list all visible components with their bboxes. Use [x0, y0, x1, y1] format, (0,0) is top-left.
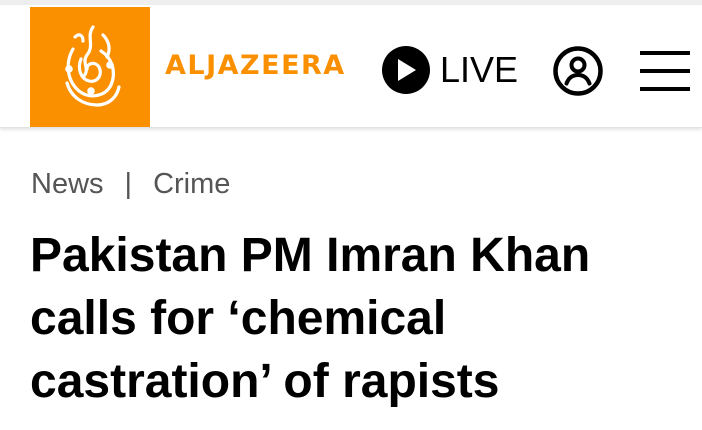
- page: ALJAZEERA LIVE News | Crime Pakistan PM …: [0, 0, 702, 430]
- calligraphy-logo-icon: [65, 25, 121, 107]
- aljazeera-logo-icon[interactable]: [30, 7, 150, 127]
- user-account-icon[interactable]: [552, 45, 604, 97]
- breadcrumb-link-crime[interactable]: Crime: [153, 166, 230, 202]
- brand-wordmark[interactable]: ALJAZEERA: [165, 46, 346, 86]
- article-headline: Pakistan PM Imran Khan calls for ‘chemic…: [30, 229, 591, 408]
- live-button[interactable]: LIVE: [382, 45, 518, 95]
- play-icon: [382, 46, 430, 94]
- hamburger-menu-icon[interactable]: [640, 49, 692, 93]
- breadcrumb-separator: |: [124, 168, 133, 200]
- breadcrumb: News | Crime: [31, 166, 230, 202]
- site-header: ALJAZEERA LIVE: [0, 5, 702, 128]
- live-label: LIVE: [440, 49, 519, 90]
- breadcrumb-link-news[interactable]: News: [31, 166, 104, 202]
